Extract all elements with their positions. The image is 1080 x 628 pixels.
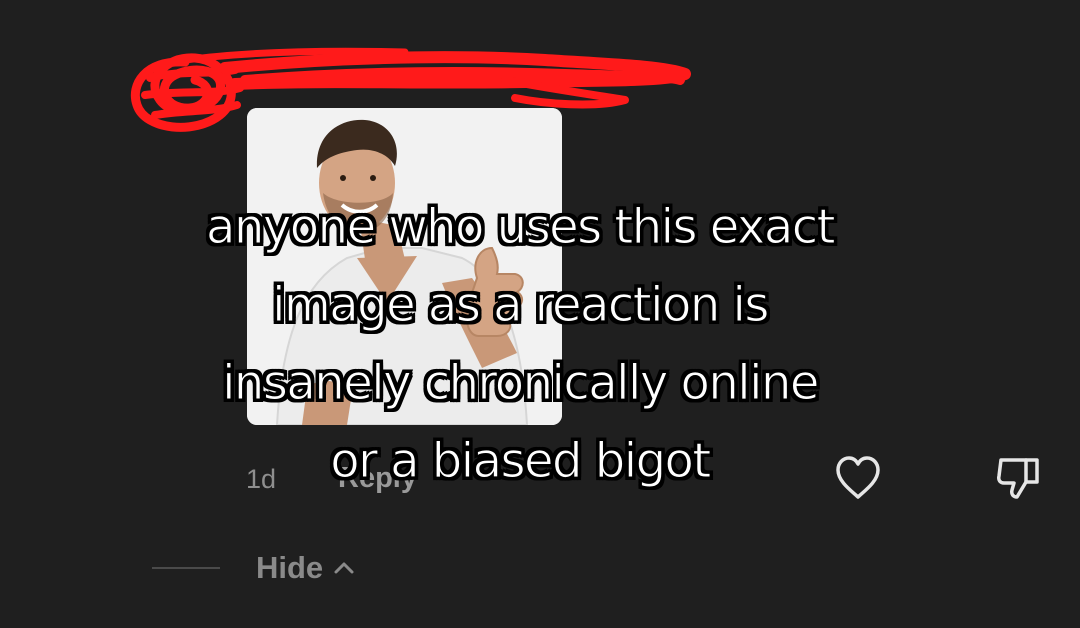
- caption-line: or a biased bigot: [330, 433, 712, 490]
- hide-replies-label: Hide: [256, 550, 324, 585]
- caption-line: image as a reaction is: [272, 277, 770, 334]
- caption-line: anyone who uses this exact: [206, 199, 836, 256]
- dislike-button[interactable]: [993, 452, 1045, 504]
- replies-divider: [152, 567, 220, 569]
- meme-caption: anyone who uses this exact image as a re…: [150, 188, 890, 500]
- hide-replies-button[interactable]: Hide: [256, 548, 355, 588]
- chevron-up-icon: [334, 562, 354, 574]
- comment-thread: 1d Reply Hide anyone who uses this exact…: [0, 0, 1080, 628]
- thumbs-down-outline-icon: [997, 458, 1039, 499]
- caption-line: insanely chronically online: [222, 355, 820, 412]
